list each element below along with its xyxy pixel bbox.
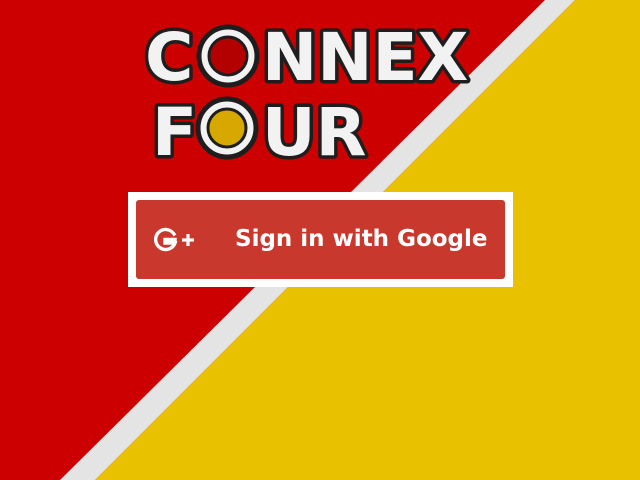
logo-line1-rest: NNEX: [262, 19, 468, 96]
logo-line1-c: C: [145, 19, 193, 96]
game-logo: C NNEX F UR: [142, 16, 472, 171]
red-disc-icon: [196, 24, 260, 88]
google-signin-button[interactable]: Sign in with Google: [136, 200, 505, 279]
signin-frame: Sign in with Google: [128, 192, 513, 287]
logo-line2-f: F: [152, 94, 197, 170]
yellow-disc-icon: [195, 96, 259, 160]
google-plus-icon: [153, 227, 194, 252]
signin-label: Sign in with Google: [235, 226, 488, 252]
login-screen: C NNEX F UR Sign in with Google: [0, 0, 640, 480]
logo-line2-rest: UR: [262, 94, 366, 170]
